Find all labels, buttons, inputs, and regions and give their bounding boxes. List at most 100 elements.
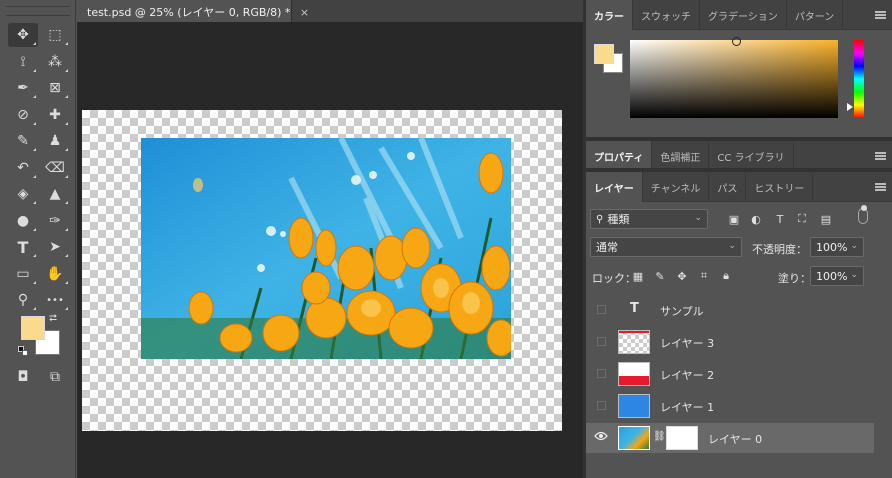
color-picker-ring[interactable] (732, 37, 741, 46)
default-colors-icon[interactable] (18, 346, 28, 356)
layer-mask-thumbnail[interactable] (666, 426, 698, 450)
opacity-field[interactable]: 100% ⌄ (810, 237, 864, 257)
color-field[interactable] (630, 37, 838, 118)
rectangle-tool-icon[interactable]: ▭ (8, 262, 38, 286)
document-canvas[interactable] (82, 110, 562, 431)
foreground-color-swatch[interactable] (21, 316, 45, 340)
layer-filter-select[interactable]: ⚲ 種類 ⌄ (590, 209, 708, 229)
search-icon: ⚲ (596, 213, 604, 225)
visibility-toggle[interactable] (597, 337, 606, 346)
adjustment-filter-icon[interactable]: ◐ (748, 211, 764, 227)
panel-menu-icon[interactable] (875, 183, 886, 191)
lock-pixels-icon[interactable]: ✎ (652, 268, 668, 284)
tab-adjustments[interactable]: 色調補正 (652, 141, 710, 171)
blur-tool-icon[interactable]: ▲ (40, 182, 70, 206)
text-layer-icon: T (630, 301, 639, 316)
link-icon[interactable]: ⛓ (653, 431, 666, 442)
screen-mode-icon[interactable]: ⧉ (40, 365, 70, 389)
tab-properties[interactable]: プロパティ (586, 141, 653, 171)
layer-name: レイヤー 0 (708, 433, 763, 446)
canvas-workspace[interactable] (77, 22, 583, 478)
paint-bucket-icon[interactable]: ◈ (8, 182, 38, 206)
lasso-tool-icon[interactable]: ⟟ (8, 50, 38, 74)
type-filter-icon[interactable]: T (772, 211, 788, 227)
hue-slider-arrow[interactable] (847, 103, 853, 111)
layer-row-3[interactable]: レイヤー 3 (586, 327, 874, 357)
color-panel-tabs: カラー スウォッチ グラデーション パターン (586, 0, 892, 30)
document-tab[interactable]: test.psd @ 25% (レイヤー 0, RGB/8) * × (77, 0, 309, 22)
tab-layers[interactable]: レイヤー (586, 172, 643, 202)
eyedropper-icon[interactable]: ⊘ (8, 103, 38, 127)
history-brush-icon[interactable]: ↶ (8, 156, 38, 180)
layer-thumbnail (618, 362, 650, 386)
eye-icon[interactable] (594, 431, 608, 441)
dodge-tool-icon[interactable]: ● (8, 209, 38, 233)
tab-paths[interactable]: パス (709, 172, 747, 202)
opacity-label: 不透明度： (752, 243, 807, 256)
chevron-down-icon: ⌄ (850, 241, 858, 251)
layer-0-photo (141, 138, 511, 359)
pixel-filter-icon[interactable]: ▣ (726, 211, 742, 227)
layer-name: レイヤー 1 (660, 401, 715, 414)
tab-history[interactable]: ヒストリー (746, 172, 814, 202)
layer-row-1[interactable]: レイヤー 1 (586, 391, 874, 421)
tab-swatches[interactable]: スウォッチ (633, 0, 700, 30)
path-selection-icon[interactable]: ➤ (40, 235, 70, 259)
tools-panel: ✥ ⬚ ⟟ ⁂ ✒ ⊠ ⊘ ✚ ✎ ♟ ↶ ⌫ ◈ ▲ ● ✑ T ➤ ▭ ✋ ⚲ ••• ◘ ⧉ ⮂ (0, 0, 76, 478)
document-tab-title: test.psd @ 25% (レイヤー 0, RGB/8) * (87, 6, 291, 19)
toolbar-grip[interactable] (6, 6, 70, 16)
panel-menu-icon[interactable] (875, 11, 886, 19)
type-tool-icon[interactable]: T (8, 235, 38, 259)
chevron-down-icon: ⌄ (850, 270, 858, 280)
fill-field[interactable]: 100% ⌄ (810, 266, 864, 286)
hue-slider[interactable] (854, 40, 864, 118)
pen-tool-icon[interactable]: ✒ (8, 76, 38, 100)
swap-colors-icon[interactable]: ⮂ (49, 313, 57, 324)
chevron-down-icon: ⌄ (728, 241, 736, 251)
properties-panel-tabs: プロパティ 色調補正 CC ライブラリ (586, 141, 892, 171)
layer-name: レイヤー 2 (660, 369, 715, 382)
layer-name: レイヤー 3 (660, 337, 715, 350)
brush-tool-icon[interactable]: ✎ (8, 129, 38, 153)
eraser-tool-icon[interactable]: ⌫ (40, 156, 70, 180)
smart-object-filter-icon[interactable]: ▤ (818, 211, 834, 227)
layer-thumbnail (618, 330, 650, 354)
tab-patterns[interactable]: パターン (787, 0, 844, 30)
magic-wand-icon[interactable]: ⁂ (40, 50, 70, 74)
marquee-tool-icon[interactable]: ⬚ (40, 23, 70, 47)
blend-mode-select[interactable]: 通常 ⌄ (590, 237, 742, 257)
lock-artboard-icon[interactable]: ⌗ (696, 268, 712, 284)
visibility-toggle[interactable] (597, 305, 606, 314)
path-pen-icon[interactable]: ✑ (40, 209, 70, 233)
visibility-toggle[interactable] (597, 369, 606, 378)
layer-row-sample[interactable]: T サンプル (586, 295, 874, 325)
close-icon[interactable]: × (300, 6, 309, 19)
tab-color[interactable]: カラー (586, 0, 633, 30)
visibility-toggle[interactable] (597, 401, 606, 410)
zoom-tool-icon[interactable]: ⚲ (8, 288, 38, 312)
tab-gradients[interactable]: グラデーション (700, 0, 787, 30)
filter-toggle-icon[interactable] (858, 205, 868, 224)
quick-mask-icon[interactable]: ◘ (8, 365, 38, 389)
move-tool-icon[interactable]: ✥ (8, 23, 38, 47)
lock-position-icon[interactable]: ✥ (674, 268, 690, 284)
layer-name: サンプル (660, 305, 704, 318)
more-tools-icon[interactable]: ••• (40, 288, 70, 312)
frame-tool-icon[interactable]: ⊠ (40, 76, 70, 100)
healing-brush-icon[interactable]: ✚ (40, 103, 70, 127)
lock-all-icon[interactable]: 🔒︎ (718, 268, 734, 284)
tab-cc-libraries[interactable]: CC ライブラリ (709, 141, 794, 171)
color-panel-foreground-swatch[interactable] (594, 44, 614, 64)
tab-channels[interactable]: チャンネル (643, 172, 710, 202)
opacity-value: 100% (816, 240, 848, 254)
shape-filter-icon[interactable]: ⛶ (794, 211, 810, 227)
layer-row-0[interactable]: ⛓ レイヤー 0 (586, 423, 874, 453)
stamp-tool-icon[interactable]: ♟ (40, 129, 70, 153)
document-tab-bar: test.psd @ 25% (レイヤー 0, RGB/8) * × (77, 0, 583, 22)
fill-value: 100% (816, 269, 848, 283)
layer-filter-label: 種類 (607, 213, 630, 226)
lock-transparent-icon[interactable]: ▦ (630, 268, 646, 284)
layer-row-2[interactable]: レイヤー 2 (586, 359, 874, 389)
hand-tool-icon[interactable]: ✋ (40, 262, 70, 286)
panel-menu-icon[interactable] (875, 152, 886, 160)
